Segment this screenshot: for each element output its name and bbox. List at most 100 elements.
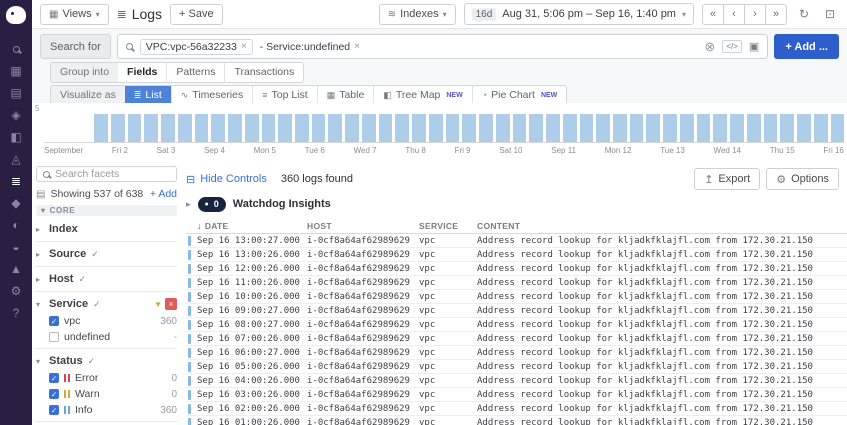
timeline-bar[interactable] — [362, 114, 376, 142]
timeline-bar[interactable] — [328, 114, 342, 142]
facet-source[interactable]: ▸Source✓ — [36, 245, 177, 263]
checkbox[interactable]: ✓ — [49, 389, 59, 399]
close-icon[interactable]: × — [241, 41, 247, 52]
rum-icon[interactable]: ◐ — [0, 214, 32, 236]
timeline-bar[interactable] — [345, 114, 359, 142]
checkbox[interactable] — [49, 332, 59, 342]
log-row[interactable]: Sep 16 12:00:26.000i-0cf8a64af62989629vp… — [186, 262, 847, 276]
hide-controls-link[interactable]: ⊟ Hide Controls — [186, 173, 267, 186]
timeline-bar[interactable] — [295, 114, 309, 142]
integrations-icon[interactable]: ◧ — [0, 126, 32, 148]
help-icon[interactable]: ? — [0, 302, 32, 324]
group-tab-fields[interactable]: Fields — [118, 63, 166, 82]
facet-value-undefined[interactable]: undefined- — [36, 329, 177, 345]
log-row[interactable]: Sep 16 06:00:27.000i-0cf8a64af62989629vp… — [186, 346, 847, 360]
facet-section-core[interactable]: ▾ CORE — [36, 205, 177, 216]
copy-icon[interactable]: ▣ — [749, 40, 759, 53]
options-button[interactable]: ⚙ Options — [766, 168, 839, 190]
timeline-bar[interactable] — [513, 114, 527, 142]
filter-token-service[interactable]: - Service:undefined × — [260, 41, 360, 53]
timeline-bar[interactable] — [797, 114, 811, 142]
checkbox[interactable]: ✓ — [49, 405, 59, 415]
settings-icon[interactable]: ⚙ — [0, 280, 32, 302]
synthetics-icon[interactable]: ◒ — [0, 236, 32, 258]
export-button[interactable]: ↥ Export — [694, 168, 760, 190]
log-row[interactable]: Sep 16 04:00:26.000i-0cf8a64af62989629vp… — [186, 374, 847, 388]
log-row[interactable]: Sep 16 03:00:26.000i-0cf8a64af62989629vp… — [186, 388, 847, 402]
timeline-bar[interactable] — [228, 114, 242, 142]
datadog-logo[interactable] — [6, 6, 26, 24]
watchdog-insights-row[interactable]: ▸ ● 0 Watchdog Insights — [186, 194, 847, 214]
add-button[interactable]: + Add ... — [774, 34, 839, 59]
views-button[interactable]: ▦ Views ▾ — [40, 4, 109, 25]
indexes-dropdown[interactable]: ≋ Indexes ▾ — [379, 4, 456, 25]
timeline-bar[interactable] — [563, 114, 577, 142]
timeline-bar[interactable] — [814, 114, 828, 142]
timeline-bar[interactable] — [94, 114, 108, 142]
viz-table[interactable]: ▦Table — [317, 86, 374, 105]
facet-index[interactable]: ▸Index — [36, 220, 177, 238]
group-tab-transactions[interactable]: Transactions — [224, 63, 303, 82]
fullscreen-icon[interactable]: ⊡ — [821, 4, 839, 24]
timeline-bar[interactable] — [596, 114, 610, 142]
time-back-button[interactable]: ‹ — [723, 4, 745, 25]
time-forward-button[interactable]: › — [744, 4, 766, 25]
timeline-bar[interactable] — [161, 114, 175, 142]
timeline-bar[interactable] — [462, 114, 476, 142]
save-button[interactable]: + Save — [170, 4, 223, 25]
log-row[interactable]: Sep 16 10:00:26.000i-0cf8a64af62989629vp… — [186, 290, 847, 304]
facet-value-warn[interactable]: ✓Warn0 — [36, 386, 177, 402]
column-header-content[interactable]: CONTENT — [477, 221, 847, 231]
facet-value-info[interactable]: ✓Info360 — [36, 402, 177, 418]
apm-icon[interactable]: ◬ — [0, 148, 32, 170]
facet-value-vpc[interactable]: ✓vpc360 — [36, 313, 177, 329]
timeline-bar[interactable] — [479, 114, 493, 142]
filter-funnel-icon[interactable]: ▼ — [154, 300, 162, 309]
search-icon[interactable] — [0, 38, 32, 60]
timeline-bar[interactable] — [764, 114, 778, 142]
code-view-icon[interactable]: </> — [722, 40, 742, 53]
checkbox[interactable]: ✓ — [49, 316, 59, 326]
clear-filter-icon[interactable]: × — [165, 298, 177, 310]
timeline-bar[interactable] — [663, 114, 677, 142]
timeline-bar[interactable] — [446, 114, 460, 142]
timeline-bar[interactable] — [780, 114, 794, 142]
time-last-button[interactable]: » — [765, 4, 787, 25]
viz-pie-chart[interactable]: ◔Pie ChartNEW — [472, 86, 567, 105]
group-tab-patterns[interactable]: Patterns — [166, 63, 224, 82]
checkbox[interactable]: ✓ — [49, 373, 59, 383]
facet-value-error[interactable]: ✓Error0 — [36, 370, 177, 386]
viz-timeseries[interactable]: ∿Timeseries — [171, 86, 253, 105]
log-row[interactable]: Sep 16 08:00:27.000i-0cf8a64af62989629vp… — [186, 318, 847, 332]
timeline-bar[interactable] — [646, 114, 660, 142]
timeline-bar[interactable] — [580, 114, 594, 142]
filter-chip-vpc[interactable]: VPC:vpc-56a32233 × — [140, 39, 253, 55]
timeline-bar[interactable] — [144, 114, 158, 142]
timeline-bar[interactable] — [245, 114, 259, 142]
timeline-bar[interactable] — [195, 114, 209, 142]
timeline-bar[interactable] — [111, 114, 125, 142]
clear-search-icon[interactable]: ⊗ — [704, 39, 715, 55]
viz-tree-map[interactable]: ◧Tree MapNEW — [373, 86, 471, 105]
timeline-bar[interactable] — [379, 114, 393, 142]
time-first-button[interactable]: « — [702, 4, 724, 25]
ci-icon[interactable]: ▲ — [0, 258, 32, 280]
timeline-bar[interactable] — [429, 114, 443, 142]
timeline-bar[interactable] — [211, 114, 225, 142]
column-header-host[interactable]: HOST — [307, 221, 419, 231]
search-input[interactable]: VPC:vpc-56a32233 × - Service:undefined ×… — [117, 34, 769, 59]
add-facet-link[interactable]: + Add — [150, 188, 177, 200]
dashboards-icon[interactable]: ▦ — [0, 60, 32, 82]
timeline-bar[interactable] — [312, 114, 326, 142]
timeline-bar[interactable] — [613, 114, 627, 142]
viz-top-list[interactable]: ≡Top List — [252, 86, 316, 105]
facet-status[interactable]: ▾Status✓ — [36, 352, 177, 370]
timeline-bar[interactable] — [630, 114, 644, 142]
timeline-bar[interactable] — [713, 114, 727, 142]
column-header-date[interactable]: ↓ DATE — [197, 221, 307, 231]
timeline-bar[interactable] — [697, 114, 711, 142]
timeline-bar[interactable] — [529, 114, 543, 142]
security-icon[interactable]: ◆ — [0, 192, 32, 214]
facet-service[interactable]: ▾Service✓▼× — [36, 295, 177, 313]
timeline-bar[interactable] — [546, 114, 560, 142]
